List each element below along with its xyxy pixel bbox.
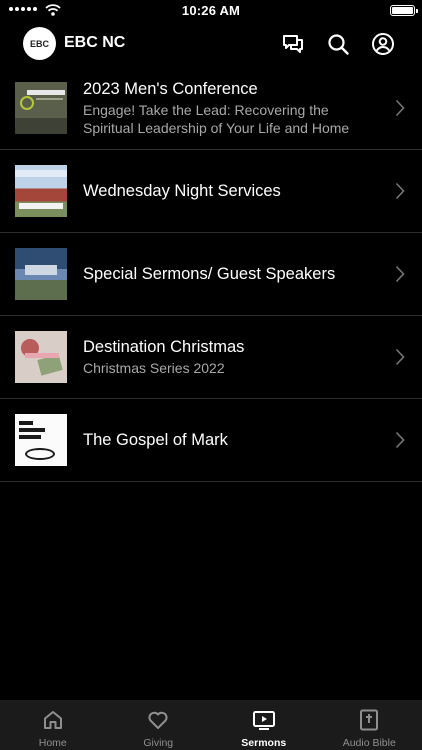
list-item-special-sermons[interactable]: Special Sermons/ Guest Speakers — [0, 233, 422, 316]
status-time: 10:26 AM — [181, 3, 241, 18]
chevron-right-icon — [395, 99, 405, 117]
app-header: EBC EBC NC — [0, 22, 422, 67]
chevron-right-icon — [395, 182, 405, 200]
tab-sermons[interactable]: Sermons — [211, 700, 317, 750]
church-logo[interactable]: EBC — [23, 27, 56, 60]
chevron-right-icon — [395, 348, 405, 366]
series-thumbnail — [15, 331, 67, 383]
chevron-right-icon — [395, 265, 405, 283]
series-title: Destination Christmas — [83, 338, 245, 356]
series-subtitle: Engage! Take the Lead: Recovering the Sp… — [83, 102, 350, 136]
list-item-destination-christmas[interactable]: Destination Christmas Christmas Series 2… — [0, 316, 422, 399]
tab-bar: Home Giving Sermons Audio Bible — [0, 700, 422, 750]
battery-icon — [390, 5, 418, 16]
sermon-series-list: 2023 Men's Conference Engage! Take the L… — [0, 67, 422, 482]
tab-label: Home — [38, 737, 67, 749]
tv-play-icon — [252, 711, 275, 730]
status-bar: 10:26 AM — [0, 0, 422, 22]
series-thumbnail — [15, 82, 67, 134]
tab-audio-bible[interactable]: Audio Bible — [317, 700, 422, 750]
series-subtitle: Christmas Series 2022 — [83, 360, 225, 376]
tab-label: Giving — [143, 737, 174, 749]
list-item-wednesday-night[interactable]: Wednesday Night Services — [0, 150, 422, 233]
series-thumbnail — [15, 414, 67, 466]
list-item-gospel-of-mark[interactable]: The Gospel of Mark — [0, 399, 422, 482]
tab-label: Sermons — [241, 737, 287, 749]
series-thumbnail — [15, 248, 67, 300]
heart-icon — [148, 711, 168, 729]
list-item-mens-conference[interactable]: 2023 Men's Conference Engage! Take the L… — [0, 67, 422, 150]
chevron-right-icon — [395, 431, 405, 449]
series-title: Special Sermons/ Guest Speakers — [83, 264, 336, 283]
account-icon[interactable] — [371, 32, 395, 56]
search-icon[interactable] — [326, 32, 350, 56]
series-thumbnail — [15, 165, 67, 217]
tab-giving[interactable]: Giving — [106, 700, 212, 750]
app-title: EBC NC — [64, 34, 126, 51]
chat-icon[interactable] — [281, 32, 305, 56]
home-icon — [43, 711, 62, 729]
tab-home[interactable]: Home — [0, 700, 106, 750]
tab-label: Audio Bible — [342, 737, 396, 749]
series-title: 2023 Men's Conference — [83, 80, 258, 98]
series-title: Wednesday Night Services — [83, 181, 281, 200]
bible-icon — [360, 709, 379, 731]
series-title: The Gospel of Mark — [83, 430, 228, 449]
